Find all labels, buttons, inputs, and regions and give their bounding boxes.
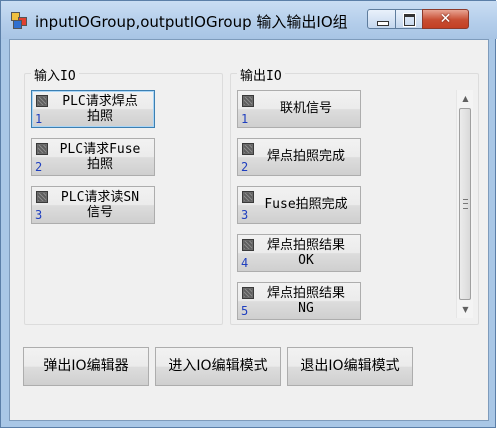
io-index: 3 <box>241 208 249 222</box>
io-index: 1 <box>35 112 43 126</box>
title-bar[interactable]: inputIOGroup,outputIOGroup 输入输出IO组 ✕ <box>1 1 497 39</box>
minimize-icon <box>368 10 395 28</box>
maximize-button[interactable] <box>395 9 423 29</box>
output-io-button-1[interactable]: 联机信号 1 <box>237 90 361 128</box>
input-io-button-3[interactable]: PLC请求读SN 信号 3 <box>31 186 155 224</box>
io-button-label: Fuse拍照完成 <box>264 197 348 212</box>
input-io-button-1[interactable]: PLC请求焊点 拍照 1 <box>31 90 155 128</box>
io-index: 5 <box>241 304 249 318</box>
close-button[interactable]: ✕ <box>422 9 469 29</box>
io-button-label: PLC请求焊点 拍照 <box>62 94 138 124</box>
minimize-button[interactable] <box>367 9 396 29</box>
io-status-led-icon <box>242 143 254 155</box>
io-status-led-icon <box>242 95 254 107</box>
output-io-button-3[interactable]: Fuse拍照完成 3 <box>237 186 361 224</box>
io-index: 1 <box>241 112 249 126</box>
exit-io-edit-mode-button[interactable]: 退出IO编辑模式 <box>287 347 413 386</box>
maximize-icon <box>396 10 422 28</box>
close-icon: ✕ <box>439 11 452 27</box>
io-status-led-icon <box>242 239 254 251</box>
io-button-label: 焊点拍照完成 <box>266 149 345 164</box>
io-index: 2 <box>241 160 249 174</box>
io-button-label: PLC请求Fuse 拍照 <box>59 142 141 172</box>
output-group-label: 输出IO <box>237 65 285 84</box>
scroll-down-arrow-icon[interactable]: ▼ <box>457 301 474 318</box>
output-io-button-2[interactable]: 焊点拍照完成 2 <box>237 138 361 176</box>
io-index: 4 <box>241 256 249 270</box>
io-index: 3 <box>35 208 43 222</box>
io-button-label: 焊点拍照结果 NG <box>266 286 345 316</box>
io-index: 2 <box>35 160 43 174</box>
app-window: inputIOGroup,outputIOGroup 输入输出IO组 ✕ 输入I… <box>0 0 497 428</box>
io-status-led-icon <box>36 191 48 203</box>
io-status-led-icon <box>242 287 254 299</box>
io-button-label: PLC请求读SN 信号 <box>60 190 140 220</box>
input-io-button-2[interactable]: PLC请求Fuse 拍照 2 <box>31 138 155 176</box>
scroll-grip-icon <box>463 199 468 209</box>
scroll-up-arrow-icon[interactable]: ▲ <box>457 90 474 107</box>
window-title: inputIOGroup,outputIOGroup 输入输出IO组 <box>35 13 348 31</box>
output-io-button-4[interactable]: 焊点拍照结果 OK 4 <box>237 234 361 272</box>
io-status-led-icon <box>36 95 48 107</box>
io-status-led-icon <box>36 143 48 155</box>
io-button-label: 联机信号 <box>279 101 332 116</box>
output-scrollbar[interactable]: ▲ ▼ <box>456 90 473 318</box>
enter-io-edit-mode-button[interactable]: 进入IO编辑模式 <box>155 347 281 386</box>
scroll-thumb[interactable] <box>459 108 471 300</box>
io-button-label: 焊点拍照结果 OK <box>266 238 345 268</box>
app-icon <box>11 12 27 29</box>
popup-io-editor-button[interactable]: 弹出IO编辑器 <box>23 347 149 386</box>
input-group-label: 输入IO <box>31 65 79 84</box>
output-io-button-5[interactable]: 焊点拍照结果 NG 5 <box>237 282 361 320</box>
io-status-led-icon <box>242 191 254 203</box>
client-area: 输入IO PLC请求焊点 拍照 1 PLC请求Fuse 拍照 2 PLC请求读S… <box>9 39 489 421</box>
